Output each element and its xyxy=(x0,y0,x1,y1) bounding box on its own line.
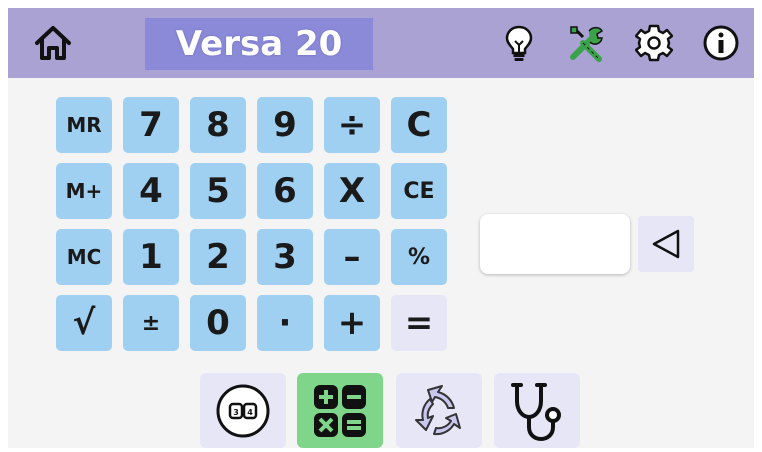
backspace-triangle-icon xyxy=(652,229,680,259)
key-9[interactable]: 9 xyxy=(257,97,313,153)
calculator-icon xyxy=(314,384,366,437)
svg-text:4: 4 xyxy=(247,408,253,417)
key-multiply[interactable]: X xyxy=(324,163,380,219)
key-4[interactable]: 4 xyxy=(123,163,179,219)
key-memory-clear[interactable]: MC xyxy=(56,229,112,285)
home-button[interactable] xyxy=(30,20,76,66)
nav-convert[interactable] xyxy=(396,373,482,448)
key-5[interactable]: 5 xyxy=(190,163,246,219)
calculator-app: Versa 20 MR 7 8 9 ÷ C M+ 4 5 6 X CE MC 1… xyxy=(8,8,754,448)
key-percent[interactable]: % xyxy=(391,229,447,285)
nav-counter[interactable]: 3 4 xyxy=(200,373,286,448)
stethoscope-icon xyxy=(511,382,561,441)
app-title: Versa 20 xyxy=(175,24,343,64)
key-7[interactable]: 7 xyxy=(123,97,179,153)
result-display xyxy=(480,214,630,274)
nav-health[interactable] xyxy=(494,373,580,448)
tools-button[interactable] xyxy=(566,22,608,64)
key-equals[interactable]: = xyxy=(391,295,447,351)
key-1[interactable]: 1 xyxy=(123,229,179,285)
lightbulb-icon xyxy=(505,25,533,61)
key-memory-recall[interactable]: MR xyxy=(56,97,112,153)
key-decimal[interactable]: · xyxy=(257,295,313,351)
key-plus-minus[interactable]: ± xyxy=(123,295,179,351)
top-bar: Versa 20 xyxy=(8,8,754,78)
key-3[interactable]: 3 xyxy=(257,229,313,285)
home-icon xyxy=(35,26,71,60)
backspace-button[interactable] xyxy=(638,216,694,272)
key-memory-add[interactable]: M+ xyxy=(56,163,112,219)
svg-text:3: 3 xyxy=(233,408,239,417)
nav-calculator[interactable] xyxy=(297,373,383,448)
tips-button[interactable] xyxy=(498,22,540,64)
info-button[interactable] xyxy=(700,22,742,64)
key-6[interactable]: 6 xyxy=(257,163,313,219)
key-subtract[interactable]: – xyxy=(324,229,380,285)
key-2[interactable]: 2 xyxy=(190,229,246,285)
key-clear[interactable]: C xyxy=(391,97,447,153)
info-icon xyxy=(703,25,739,61)
key-8[interactable]: 8 xyxy=(190,97,246,153)
key-divide[interactable]: ÷ xyxy=(324,97,380,153)
counter-icon: 3 4 xyxy=(216,384,270,437)
gear-icon xyxy=(635,24,673,62)
settings-button[interactable] xyxy=(633,22,675,64)
tools-icon xyxy=(570,26,603,62)
title-box: Versa 20 xyxy=(145,18,373,70)
key-0[interactable]: 0 xyxy=(190,295,246,351)
key-square-root[interactable]: √ xyxy=(56,295,112,351)
key-add[interactable]: + xyxy=(324,295,380,351)
key-clear-entry[interactable]: CE xyxy=(391,163,447,219)
recycle-icon xyxy=(415,384,461,435)
